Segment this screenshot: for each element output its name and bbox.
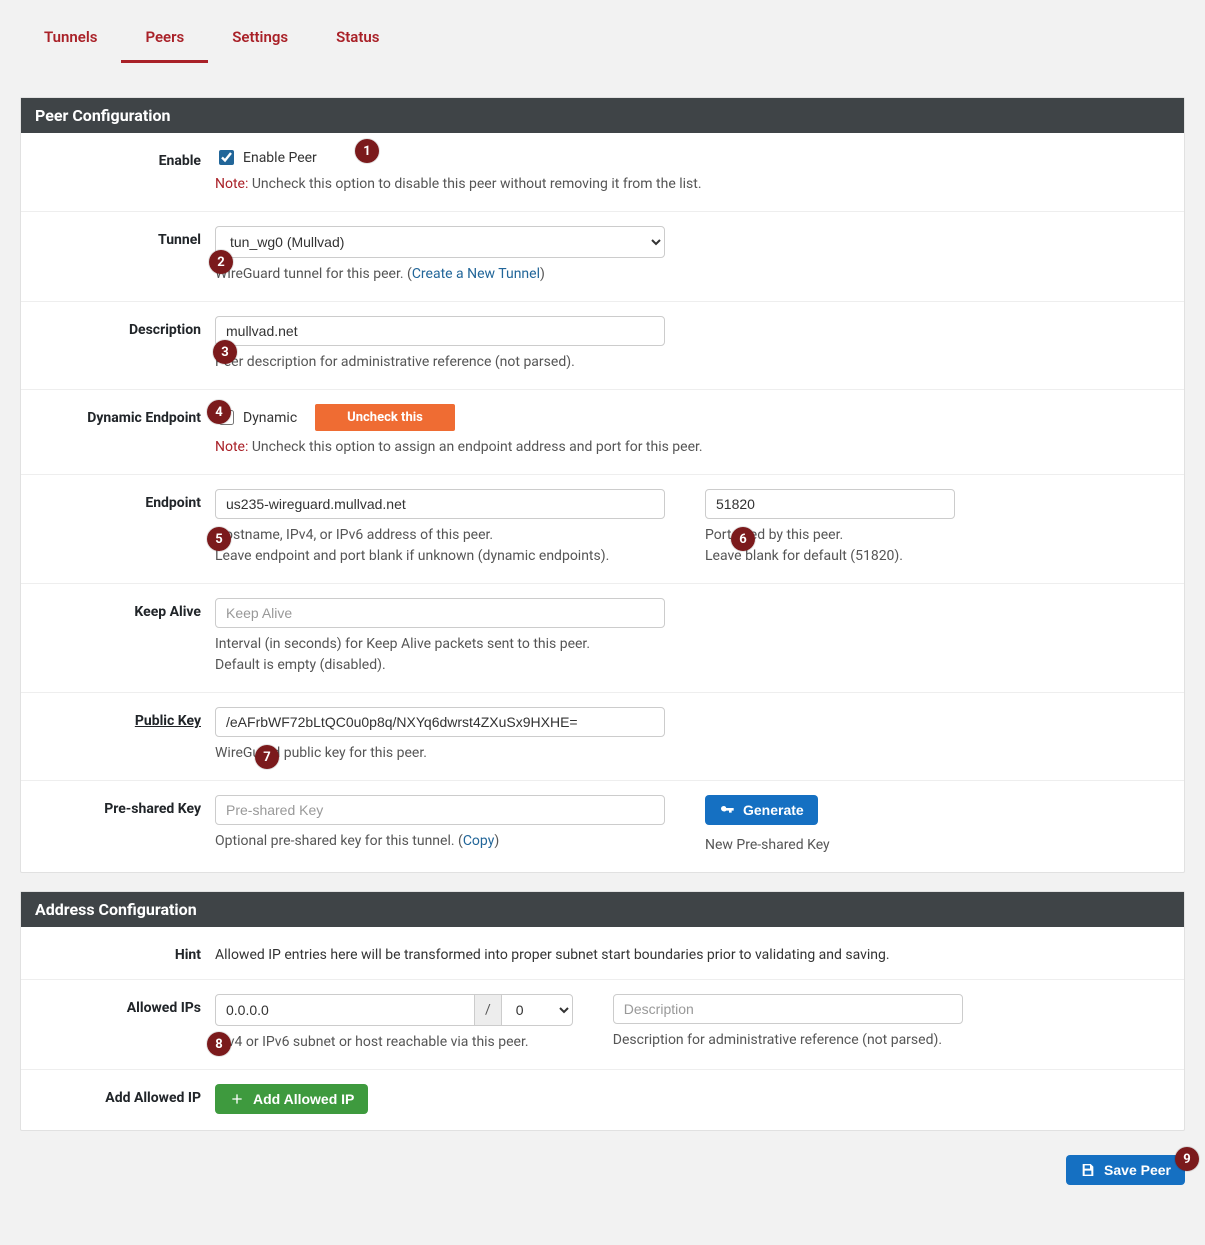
allowed-ips-label: Allowed IPs	[35, 994, 215, 1053]
pubkey-label: Public Key	[35, 707, 215, 764]
cidr-slash: /	[475, 994, 501, 1026]
pubkey-input[interactable]	[215, 707, 665, 737]
endpoint-port-help-2: Leave blank for default (51820).	[705, 548, 903, 564]
keepalive-help-1: Interval (in seconds) for Keep Alive pac…	[215, 636, 590, 652]
tunnel-label: Tunnel	[35, 226, 215, 285]
allowed-ip-description-input[interactable]	[613, 994, 963, 1024]
allowed-ip-help: IPv4 or IPv6 subnet or host reachable vi…	[215, 1032, 573, 1053]
tunnel-select[interactable]: tun_wg0 (Mullvad)	[215, 226, 665, 258]
peer-config-panel: Peer Configuration Enable Enable Peer No…	[20, 97, 1185, 873]
annotation-marker: 8	[207, 1032, 231, 1056]
enable-label: Enable	[35, 147, 215, 195]
enable-note-text: Uncheck this option to disable this peer…	[248, 176, 701, 192]
endpoint-label: Endpoint	[35, 489, 215, 567]
description-label: Description	[35, 316, 215, 373]
uncheck-this-hint: Uncheck this	[315, 404, 455, 431]
keepalive-label: Keep Alive	[35, 598, 215, 676]
save-icon	[1080, 1162, 1096, 1178]
psk-input[interactable]	[215, 795, 665, 825]
endpoint-host-help-1: Hostname, IPv4, or IPv6 address of this …	[215, 527, 493, 543]
dynamic-cb-text: Dynamic	[243, 410, 297, 426]
add-allowed-ip-label: Add Allowed IP	[35, 1084, 215, 1114]
psk-btn-help: New Pre-shared Key	[705, 835, 955, 856]
endpoint-host-help-2: Leave endpoint and port blank if unknown…	[215, 548, 609, 564]
address-config-panel: Address Configuration Hint Allowed IP en…	[20, 891, 1185, 1131]
enable-peer-checkbox[interactable]	[219, 150, 234, 165]
endpoint-port-input[interactable]	[705, 489, 955, 519]
hint-label: Hint	[35, 941, 215, 963]
tab-bar: Tunnels Peers Settings Status	[20, 0, 1185, 63]
dynamic-note-label: Note:	[215, 439, 248, 455]
plus-icon	[229, 1091, 245, 1107]
annotation-marker: 7	[255, 745, 279, 769]
annotation-marker: 9	[1175, 1147, 1199, 1171]
address-config-header: Address Configuration	[21, 892, 1184, 927]
annotation-marker: 1	[355, 139, 379, 163]
tab-settings[interactable]: Settings	[208, 18, 312, 63]
key-icon	[719, 802, 735, 818]
allowed-ip-description-help: Description for administrative reference…	[613, 1030, 963, 1051]
annotation-marker: 3	[213, 340, 237, 364]
tab-peers[interactable]: Peers	[121, 18, 208, 63]
keepalive-input[interactable]	[215, 598, 665, 628]
keepalive-help-2: Default is empty (disabled).	[215, 657, 386, 673]
pubkey-help: WireGuard public key for this peer.	[215, 743, 665, 764]
create-new-tunnel-link[interactable]: Create a New Tunnel	[412, 266, 540, 282]
peer-config-header: Peer Configuration	[21, 98, 1184, 133]
tunnel-help-2: )	[540, 266, 545, 282]
tab-tunnels[interactable]: Tunnels	[20, 18, 121, 63]
psk-generate-button[interactable]: Generate	[705, 795, 818, 825]
allowed-cidr-select[interactable]: 0	[501, 994, 573, 1026]
enable-peer-text: Enable Peer	[243, 150, 317, 166]
annotation-marker: 2	[209, 250, 233, 274]
enable-note-label: Note:	[215, 176, 248, 192]
annotation-marker: 6	[731, 527, 755, 551]
dynamic-endpoint-label: Dynamic Endpoint	[35, 404, 215, 458]
endpoint-host-input[interactable]	[215, 489, 665, 519]
allowed-ip-input[interactable]	[215, 994, 475, 1026]
tunnel-help-1: WireGuard tunnel for this peer. (	[215, 266, 412, 282]
psk-label: Pre-shared Key	[35, 795, 215, 856]
annotation-marker: 4	[207, 400, 231, 424]
save-peer-button[interactable]: Save Peer	[1066, 1155, 1185, 1185]
dynamic-note-text: Uncheck this option to assign an endpoin…	[248, 439, 702, 455]
psk-help-1: Optional pre-shared key for this tunnel.…	[215, 833, 463, 849]
psk-copy-link[interactable]: Copy	[463, 833, 495, 849]
description-help: Peer description for administrative refe…	[215, 352, 665, 373]
description-input[interactable]	[215, 316, 665, 346]
endpoint-port-help-1: Port used by this peer.	[705, 527, 843, 543]
hint-text: Allowed IP entries here will be transfor…	[215, 947, 1170, 963]
annotation-marker: 5	[207, 527, 231, 551]
tab-status[interactable]: Status	[312, 18, 403, 63]
psk-help-2: )	[494, 833, 499, 849]
add-allowed-ip-button[interactable]: Add Allowed IP	[215, 1084, 368, 1114]
